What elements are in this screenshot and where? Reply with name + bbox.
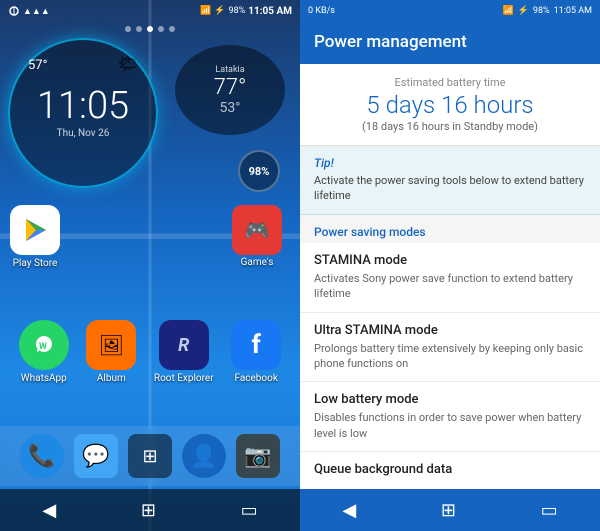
recents-button-left[interactable]: ▭ xyxy=(233,492,266,529)
album-icon[interactable]: 🖼 xyxy=(86,320,136,370)
weather-temp-high: 77° xyxy=(214,75,247,100)
dot-2[interactable] xyxy=(136,26,142,32)
battery-percent-left: 98% xyxy=(229,6,246,16)
power-content[interactable]: Estimated battery time 5 days 16 hours (… xyxy=(300,64,600,489)
charging-right: ⚡ xyxy=(518,6,529,16)
status-bar-right: 0 KB/s 📶 ⚡ 98% 11:05 AM xyxy=(300,0,600,22)
album-label: Album xyxy=(97,373,126,384)
power-header: Power management xyxy=(300,22,600,64)
clock-weather-icon: 🌤 xyxy=(118,54,138,73)
estimated-battery-label: Estimated battery time xyxy=(314,76,586,89)
games-icon[interactable]: 🎮 xyxy=(232,205,282,255)
battery-badge: 98% xyxy=(238,150,280,192)
app-row-2: W WhatsApp 🖼 Album R Root Explorer f Fac… xyxy=(0,320,300,384)
back-button-left[interactable]: ◀ xyxy=(34,492,64,529)
ultra-stamina-mode-item[interactable]: Ultra STAMINA mode Prolongs battery time… xyxy=(300,313,600,383)
battery-time-value: 5 days 16 hours xyxy=(314,93,586,117)
low-battery-mode-desc: Disables functions in order to save powe… xyxy=(314,410,586,441)
tip-label: Tip! xyxy=(314,156,586,170)
nav-bar-left: ◀ ⊞ ▭ xyxy=(0,489,300,531)
whatsapp-app[interactable]: W WhatsApp xyxy=(19,320,69,384)
signal-bars: 📶 xyxy=(200,6,211,16)
weather-city: Latakia xyxy=(215,65,244,75)
weather-temp-low: 53° xyxy=(220,100,241,116)
status-bar-left: ▲▲▲ 📶 ⚡ 98% 11:05 AM xyxy=(0,0,300,22)
queue-background-title: Queue background data xyxy=(314,462,586,477)
ultra-stamina-mode-title: Ultra STAMINA mode xyxy=(314,323,586,338)
home-button-right[interactable]: ⊞ xyxy=(433,492,464,529)
play-store-icon[interactable] xyxy=(10,205,60,255)
games-label: Game's xyxy=(241,257,274,268)
dock: 📞 💬 ⊞ 👤 📷 xyxy=(0,426,300,486)
stamina-mode-title: STAMINA mode xyxy=(314,253,586,268)
svg-text:W: W xyxy=(39,342,47,352)
games-app[interactable]: 🎮 Game's xyxy=(232,205,282,268)
recents-button-right[interactable]: ▭ xyxy=(533,492,566,529)
stamina-mode-desc: Activates Sony power save function to ex… xyxy=(314,271,586,302)
clock-temp: 57° xyxy=(28,58,47,73)
whatsapp-label: WhatsApp xyxy=(21,373,67,384)
root-explorer-icon[interactable]: R xyxy=(159,320,209,370)
facebook-icon[interactable]: f xyxy=(231,320,281,370)
clock-date: Thu, Nov 26 xyxy=(57,128,110,139)
signal-icon: ▲▲▲ xyxy=(23,6,50,17)
status-time-left: 11:05 AM xyxy=(248,6,292,17)
tip-text: Activate the power saving tools below to… xyxy=(314,173,586,204)
weather-widget: Latakia 77° 53° xyxy=(175,45,285,135)
power-management-title: Power management xyxy=(314,32,586,52)
dot-1[interactable] xyxy=(125,26,131,32)
usb-icon xyxy=(8,5,20,17)
low-battery-mode-title: Low battery mode xyxy=(314,392,586,407)
dock-apps-icon[interactable]: ⊞ xyxy=(128,434,172,478)
status-left-icons: ▲▲▲ xyxy=(8,5,50,17)
signal-bars-right: 📶 xyxy=(502,6,513,16)
facebook-app[interactable]: f Facebook xyxy=(231,320,281,384)
left-panel: ▲▲▲ 📶 ⚡ 98% 11:05 AM 57° 🌤 11:05 Thu, No… xyxy=(0,0,300,531)
tip-section: Tip! Activate the power saving tools bel… xyxy=(300,146,600,215)
dock-contacts-icon[interactable]: 👤 xyxy=(182,434,226,478)
back-button-right[interactable]: ◀ xyxy=(334,492,364,529)
battery-right: 98% xyxy=(533,6,550,16)
queue-background-item[interactable]: Queue background data xyxy=(300,452,600,489)
power-saving-modes-header: Power saving modes xyxy=(300,215,600,243)
nav-bar-right: ◀ ⊞ ▭ xyxy=(300,489,600,531)
facebook-label: Facebook xyxy=(234,373,277,384)
root-explorer-app[interactable]: R Root Explorer xyxy=(154,320,214,384)
clock-widget: 57° 🌤 11:05 Thu, Nov 26 xyxy=(8,38,163,193)
data-speed: 0 KB/s xyxy=(308,6,335,16)
page-dots xyxy=(0,26,300,32)
stamina-mode-item[interactable]: STAMINA mode Activates Sony power save f… xyxy=(300,243,600,313)
status-right-left: 📶 ⚡ 98% 11:05 AM xyxy=(200,6,292,17)
ultra-stamina-mode-desc: Prolongs battery time extensively by kee… xyxy=(314,341,586,372)
time-right: 11:05 AM xyxy=(554,6,592,16)
dock-camera-icon[interactable]: 📷 xyxy=(236,434,280,478)
whatsapp-icon[interactable]: W xyxy=(19,320,69,370)
charging-icon: ⚡ xyxy=(214,6,225,16)
status-right-icons: 📶 ⚡ 98% 11:05 AM xyxy=(502,6,592,16)
clock-circle: 57° 🌤 11:05 Thu, Nov 26 xyxy=(8,38,158,188)
dot-4[interactable] xyxy=(158,26,164,32)
low-battery-mode-item[interactable]: Low battery mode Disables functions in o… xyxy=(300,382,600,452)
play-store-app[interactable]: Play Store xyxy=(10,205,60,269)
dock-messages-icon[interactable]: 💬 xyxy=(74,434,118,478)
dot-5[interactable] xyxy=(169,26,175,32)
battery-standby-text: (18 days 16 hours in Standby mode) xyxy=(314,120,586,133)
play-store-label: Play Store xyxy=(13,258,58,269)
right-panel: 0 KB/s 📶 ⚡ 98% 11:05 AM Power management… xyxy=(300,0,600,531)
home-button-left[interactable]: ⊞ xyxy=(133,492,164,529)
clock-time: 11:05 xyxy=(37,87,129,125)
root-explorer-label: Root Explorer xyxy=(154,373,214,384)
battery-section: Estimated battery time 5 days 16 hours (… xyxy=(300,64,600,146)
dot-3[interactable] xyxy=(147,26,153,32)
album-app[interactable]: 🖼 Album xyxy=(86,320,136,384)
dock-phone-icon[interactable]: 📞 xyxy=(20,434,64,478)
